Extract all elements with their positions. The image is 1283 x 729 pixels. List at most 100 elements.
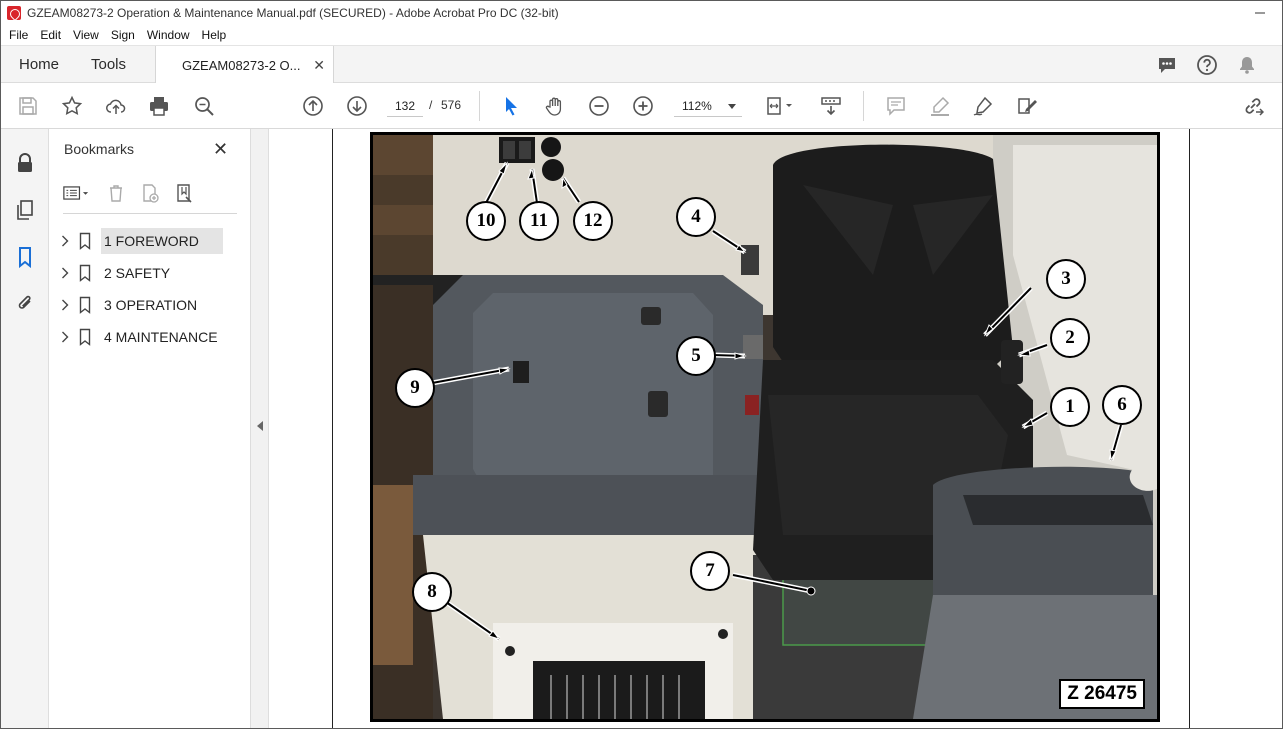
- delete-bookmark-icon[interactable]: [103, 181, 129, 205]
- tab-bar: Home Tools GZEAM08273-2 O... ✕: [1, 45, 1282, 84]
- share-link-icon[interactable]: [1241, 94, 1265, 118]
- menu-window[interactable]: Window: [141, 28, 196, 42]
- bookmark-item-operation[interactable]: 3 OPERATION: [57, 289, 245, 321]
- help-icon[interactable]: [1196, 54, 1218, 76]
- navigation-rail: [1, 129, 49, 728]
- bookmarks-ribbon-icon[interactable]: [13, 245, 37, 269]
- print-icon[interactable]: [147, 94, 171, 118]
- window-title: GZEAM08273-2 Operation & Maintenance Man…: [27, 6, 559, 20]
- zoom-level-value: 112%: [682, 98, 712, 113]
- menu-view[interactable]: View: [67, 28, 105, 42]
- figure-code-label: Z 26475: [1059, 679, 1145, 709]
- chevron-right-icon[interactable]: [61, 331, 71, 343]
- current-page-input[interactable]: 132: [387, 95, 423, 117]
- acrobat-app-icon: [7, 6, 21, 20]
- callout-2: 2: [1050, 318, 1090, 358]
- bookmark-star-icon[interactable]: [60, 94, 84, 118]
- find-bookmark-icon[interactable]: [171, 181, 197, 205]
- bookmarks-panel-title: Bookmarks: [64, 141, 135, 157]
- bookmark-label: 4 MAINTENANCE: [104, 329, 218, 345]
- scroll-mode-icon[interactable]: [819, 94, 843, 118]
- tab-tools[interactable]: Tools: [91, 46, 126, 83]
- bookmark-label: 2 SAFETY: [104, 265, 171, 281]
- bookmark-flag-icon: [79, 264, 93, 282]
- page-left-edge: [332, 129, 333, 728]
- tab-document-label: GZEAM08273-2 O...: [182, 57, 301, 73]
- page-separator: /: [429, 98, 433, 112]
- bookmark-flag-icon: [79, 296, 93, 314]
- lock-icon[interactable]: [13, 151, 37, 175]
- callout-5: 5: [676, 336, 716, 376]
- chevron-right-icon[interactable]: [61, 299, 71, 311]
- menu-edit[interactable]: Edit: [34, 28, 67, 42]
- toolbar-divider: [479, 91, 480, 121]
- callout-10: 10: [466, 201, 506, 241]
- operator-cab-photo-figure: 10 11 12 4 3 2 5 9 1 6 7 8 Z 26475: [370, 132, 1160, 722]
- callout-7: 7: [690, 551, 730, 591]
- collapse-panel-arrow-icon[interactable]: [257, 421, 263, 431]
- callout-12: 12: [573, 201, 613, 241]
- sign-pen-icon[interactable]: [971, 94, 995, 118]
- bookmark-item-maintenance[interactable]: 4 MAINTENANCE: [57, 321, 245, 353]
- page-right-edge: [1189, 129, 1190, 728]
- bookmark-label: 1 FOREWORD: [101, 228, 223, 254]
- bookmarks-panel: Bookmarks ✕ 1 FOREWORD 2 SAFETY 3 OPERAT…: [49, 129, 251, 728]
- main-toolbar: 132 / 576 112%: [1, 83, 1282, 129]
- tab-home[interactable]: Home: [19, 46, 59, 83]
- callout-6: 6: [1102, 385, 1142, 425]
- page-fit-icon[interactable]: [763, 94, 797, 118]
- bookmark-options-icon[interactable]: [63, 181, 89, 205]
- comments-icon[interactable]: [1156, 54, 1178, 76]
- pages-thumbnails-icon[interactable]: [13, 198, 37, 222]
- bookmark-item-foreword[interactable]: 1 FOREWORD: [57, 225, 245, 257]
- zoom-in-icon[interactable]: [631, 94, 655, 118]
- chevron-right-icon[interactable]: [61, 235, 71, 247]
- menu-sign[interactable]: Sign: [105, 28, 141, 42]
- window-controls: [1238, 1, 1282, 25]
- select-arrow-icon[interactable]: [499, 94, 523, 118]
- save-icon[interactable]: [16, 94, 40, 118]
- callout-9: 9: [395, 368, 435, 408]
- bookmarks-divider: [63, 213, 237, 214]
- minimize-button[interactable]: [1238, 1, 1282, 25]
- upload-cloud-icon[interactable]: [104, 94, 128, 118]
- notifications-bell-icon[interactable]: [1236, 54, 1258, 76]
- comment-note-icon[interactable]: [884, 94, 908, 118]
- highlight-pen-icon[interactable]: [928, 94, 952, 118]
- chevron-right-icon[interactable]: [61, 267, 71, 279]
- edit-stamp-icon[interactable]: [1015, 94, 1039, 118]
- callout-8: 8: [412, 572, 452, 612]
- bookmark-item-safety[interactable]: 2 SAFETY: [57, 257, 245, 289]
- callout-1: 1: [1050, 387, 1090, 427]
- callout-11: 11: [519, 201, 559, 241]
- next-page-icon[interactable]: [345, 94, 369, 118]
- new-bookmark-icon[interactable]: [137, 181, 163, 205]
- bookmark-flag-icon: [79, 232, 93, 250]
- bookmarks-list: 1 FOREWORD 2 SAFETY 3 OPERATION 4 MAINTE…: [57, 225, 245, 353]
- hand-tool-icon[interactable]: [543, 94, 567, 118]
- bookmark-label: 3 OPERATION: [104, 297, 198, 313]
- chevron-down-icon: [728, 104, 736, 109]
- zoom-out-icon[interactable]: [587, 94, 611, 118]
- toolbar-divider: [863, 91, 864, 121]
- tab-right-icons: [1156, 54, 1258, 76]
- panel-splitter[interactable]: [251, 129, 269, 728]
- document-view[interactable]: 10 11 12 4 3 2 5 9 1 6 7 8 Z 26475: [269, 129, 1282, 728]
- close-icon[interactable]: ✕: [213, 139, 228, 160]
- zoom-search-icon[interactable]: [192, 94, 216, 118]
- attachment-paperclip-icon[interactable]: [13, 291, 37, 315]
- bookmark-flag-icon: [79, 328, 93, 346]
- zoom-level-select[interactable]: 112%: [674, 95, 742, 117]
- total-pages: 576: [441, 98, 462, 112]
- acrobat-window: GZEAM08273-2 Operation & Maintenance Man…: [0, 0, 1283, 729]
- title-bar: GZEAM08273-2 Operation & Maintenance Man…: [1, 1, 1282, 25]
- menu-bar: File Edit View Sign Window Help: [1, 25, 1282, 45]
- previous-page-icon[interactable]: [301, 94, 325, 118]
- callout-4: 4: [676, 197, 716, 237]
- tab-document[interactable]: GZEAM08273-2 O... ✕: [155, 46, 334, 84]
- menu-file[interactable]: File: [3, 28, 34, 42]
- tab-close-icon[interactable]: ✕: [313, 57, 325, 74]
- minimize-icon: [1255, 12, 1265, 14]
- bookmarks-toolbar: [63, 179, 205, 207]
- menu-help[interactable]: Help: [196, 28, 233, 42]
